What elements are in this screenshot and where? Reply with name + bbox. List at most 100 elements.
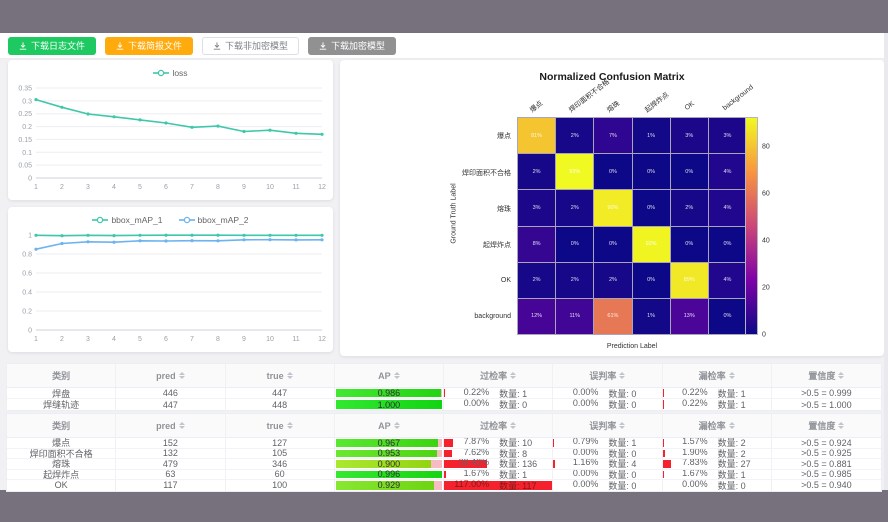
cell-miss: 1.57%数量: 2 [663,438,772,448]
sort-icon[interactable] [838,422,844,430]
svg-text:0.15: 0.15 [18,137,32,144]
matrix-cell: 61% [594,299,631,334]
cell-confidence: >0.5 = 1.000 [772,399,881,410]
svg-text:0.2: 0.2 [22,309,32,316]
sort-icon[interactable] [179,372,185,380]
matrix-cell: 0% [633,190,670,225]
svg-text:4: 4 [112,184,116,191]
svg-text:0.05: 0.05 [18,163,32,170]
download-icon [116,42,124,50]
sort-icon[interactable] [729,372,735,380]
matrix-cell: 0% [633,263,670,298]
column-header-2[interactable]: true [226,364,335,387]
sort-icon[interactable] [179,422,185,430]
table-row[interactable]: 起焊炸点63600.9961.67%数量: 10.00%数量: 01.67%数量… [7,470,881,481]
column-header-3[interactable]: AP [335,414,444,437]
download-log-file-button[interactable]: 下载日志文件 [8,37,96,55]
download-icon [213,42,221,50]
matrix-col-label: background [722,84,755,112]
cell-pred: 446 [116,388,225,398]
cell-class: 焊缝轨迹 [7,399,116,410]
column-header-1[interactable]: pred [116,364,225,387]
cell-pred: 132 [116,449,225,459]
column-header-5[interactable]: 误判率 [553,414,662,437]
svg-text:12: 12 [318,336,326,343]
legend-item-bbox_mAP_1[interactable]: bbox_mAP_1 [92,215,162,225]
legend-marker-icon [179,216,195,224]
colorbar-tick: 40 [762,238,770,245]
matrix-cell: 4% [709,263,746,298]
colorbar [745,117,758,335]
column-header-0: 类别 [7,364,116,387]
legend-marker-icon [92,216,108,224]
table-row[interactable]: 焊印面积不合格1321050.9537.62%数量: 80.00%数量: 01.… [7,449,881,460]
table-row[interactable]: 爆点1521270.9677.87%数量: 100.79%数量: 11.57%数… [7,438,881,449]
column-header-3[interactable]: AP [335,364,444,387]
svg-text:8: 8 [216,336,220,343]
svg-text:0.4: 0.4 [22,290,32,297]
cell-class: 起焊炸点 [7,470,116,480]
legend-label: bbox_mAP_2 [198,215,249,225]
scrollbar[interactable] [884,33,888,490]
table-row[interactable]: 焊盘4464470.9860.22%数量: 10.00%数量: 00.22%数量… [7,388,881,399]
sort-icon[interactable] [394,422,400,430]
svg-text:0: 0 [28,328,32,335]
sort-icon[interactable] [394,372,400,380]
cell-true: 105 [226,449,335,459]
sort-icon[interactable] [510,422,516,430]
cell-ap: 0.986 [335,388,444,398]
sort-icon[interactable] [838,372,844,380]
column-header-5[interactable]: 误判率 [553,364,662,387]
column-header-4[interactable]: 过检率 [444,414,553,437]
cell-overdetect: 1.67%数量: 1 [444,470,553,480]
download-unencrypted-model-button[interactable]: 下载非加密模型 [202,37,299,55]
table-row[interactable]: 熔珠4793460.90039.42%数量: 1361.16%数量: 47.83… [7,459,881,470]
column-header-7[interactable]: 置信度 [772,364,881,387]
legend-item-loss[interactable]: loss [153,68,187,78]
cell-miss: 1.90%数量: 2 [663,449,772,459]
matrix-cell: 81% [518,118,555,153]
column-header-2[interactable]: true [226,414,335,437]
matrix-cell: 0% [633,154,670,189]
matrix-cell: 1% [633,299,670,334]
download-encrypted-model-button[interactable]: 下载加密模型 [308,37,396,55]
sort-icon[interactable] [510,372,516,380]
column-header-7[interactable]: 置信度 [772,414,881,437]
legend-item-bbox_mAP_2[interactable]: bbox_mAP_2 [179,215,249,225]
sort-icon[interactable] [729,422,735,430]
cell-misjudge: 0.00%数量: 0 [553,399,662,410]
toolbar: 下载日志文件下载简报文件下载非加密模型下载加密模型 [0,33,888,59]
matrix-cell: 0% [594,227,631,262]
confusion-matrix-card: Normalized Confusion Matrix Ground Truth… [340,60,884,356]
cell-misjudge: 0.00%数量: 0 [553,470,662,480]
colorbar-tick: 60 [762,191,770,198]
svg-text:5: 5 [138,336,142,343]
matrix-cell: 0% [709,299,746,334]
cell-true: 447 [226,388,335,398]
column-header-4[interactable]: 过检率 [444,364,553,387]
cell-misjudge: 0.79%数量: 1 [553,438,662,448]
download-report-file-button[interactable]: 下载简报文件 [105,37,193,55]
matrix-cell: 0% [709,227,746,262]
sort-icon[interactable] [619,372,625,380]
table-row[interactable]: 焊缝轨迹4474481.0000.00%数量: 00.00%数量: 00.22%… [7,399,881,410]
cell-ap: 0.996 [335,470,444,480]
matrix-row-label: 焊印面积不合格 [445,168,511,178]
table-row[interactable]: OK1171000.929117.00%数量: 1170.00%数量: 00.0… [7,480,881,491]
svg-text:10: 10 [266,184,274,191]
cell-overdetect: 7.87%数量: 10 [444,438,553,448]
column-header-6[interactable]: 漏检率 [663,364,772,387]
cell-pred: 152 [116,438,225,448]
matrix-row-label: 熔珠 [445,204,511,214]
column-header-1[interactable]: pred [116,414,225,437]
sort-icon[interactable] [287,372,293,380]
matrix-cell: 93% [556,154,593,189]
table-header-row: 类别predtrueAP过检率误判率漏检率置信度 [7,414,881,438]
sort-icon[interactable] [619,422,625,430]
loss-chart-legend: loss [8,60,333,82]
column-header-6[interactable]: 漏检率 [663,414,772,437]
detection-table-1: 类别predtrueAP过检率误判率漏检率置信度焊盘4464470.9860.2… [6,363,882,411]
map-chart-card: bbox_mAP_1bbox_mAP_2 00.20.40.60.8112345… [8,207,333,352]
matrix-col-label: OK [683,100,695,112]
sort-icon[interactable] [287,422,293,430]
